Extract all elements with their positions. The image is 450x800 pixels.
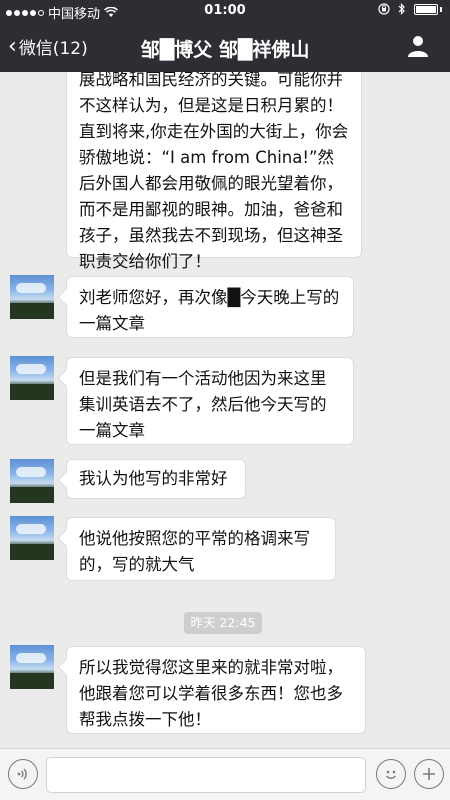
message-bubble[interactable]: 展战略和国民经济的关键。可能你并不这样认为，但是这是日积月累的！直到将来,你走在…	[66, 72, 362, 271]
voice-icon[interactable]	[8, 759, 38, 789]
nav-bar: ‹ 微信(12) 邹█博父 邹█祥佛山	[0, 22, 450, 72]
message-bubble[interactable]: 他说他按照您的平常的格调来写的，写的就大气	[57, 517, 336, 581]
message-text: 我认为他写的非常好	[79, 469, 228, 488]
input-bar	[0, 748, 450, 800]
message-text: 展战略和国民经济的关键。可能你并不这样认为，但是这是日积月累的！直到将来,你走在…	[79, 72, 349, 271]
message-text: 他说他按照您的平常的格调来写的，写的就大气	[79, 529, 310, 574]
plus-icon[interactable]	[414, 759, 444, 789]
bluetooth-icon	[398, 3, 405, 15]
chat-area[interactable]: 展战略和国民经济的关键。可能你并不这样认为，但是这是日积月累的！直到将来,你走在…	[0, 72, 450, 748]
emoji-icon[interactable]	[376, 759, 406, 789]
person-icon[interactable]	[406, 34, 430, 58]
avatar[interactable]	[10, 356, 54, 400]
avatar[interactable]	[10, 459, 54, 503]
avatar[interactable]	[10, 516, 54, 560]
status-right	[378, 3, 442, 15]
message-bubble[interactable]: 我认为他写的非常好	[57, 459, 246, 499]
voice-waves-icon	[17, 768, 27, 780]
message-bubble[interactable]: 所以我觉得您这里来的就非常对啦，他跟着您可以学着很多东西！您也多帮我点拨一下他！	[57, 646, 366, 734]
avatar[interactable]	[10, 275, 54, 319]
message-input[interactable]	[46, 757, 366, 793]
status-bar: 中国移动 01:00	[0, 0, 450, 22]
battery-icon	[414, 3, 438, 15]
smiley-icon	[386, 770, 396, 779]
chat-title: 邹█博父 邹█祥佛山	[140, 39, 310, 61]
message-text: 所以我觉得您这里来的就非常对啦，他跟着您可以学着很多东西！您也多帮我点拨一下他！	[79, 658, 343, 729]
back-button[interactable]: ‹ 微信(12)	[8, 34, 88, 59]
message-bubble[interactable]: 但是我们有一个活动他因为来这里集训英语去不了，然后他今天写的一篇文章	[57, 357, 354, 445]
plus-glyph-icon	[423, 768, 435, 780]
rotation-lock-icon	[378, 3, 390, 15]
message-text: 但是我们有一个活动他因为来这里集训英语去不了，然后他今天写的一篇文章	[79, 369, 327, 440]
back-label: 微信(12)	[18, 39, 88, 59]
message-text: 刘老师您好，再次像█今天晚上写的一篇文章	[79, 288, 340, 333]
message-bubble[interactable]: 刘老师您好，再次像█今天晚上写的一篇文章	[57, 276, 354, 338]
chevron-left-icon: ‹	[8, 33, 17, 59]
avatar[interactable]	[10, 645, 54, 689]
timestamp: 昨天 22:45	[184, 612, 262, 634]
